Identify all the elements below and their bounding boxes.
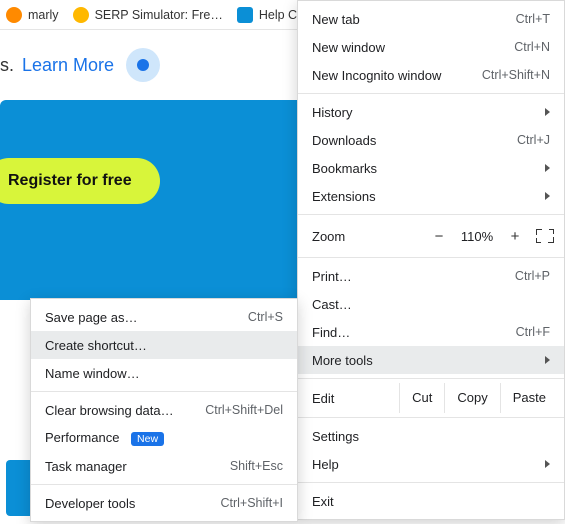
menu-label: Exit	[312, 494, 550, 509]
menu-item-bookmarks[interactable]: Bookmarks	[298, 154, 564, 182]
bookmark-label: marly	[28, 8, 59, 22]
menu-label: Downloads	[312, 133, 507, 148]
menu-item-print[interactable]: Print… Ctrl+P	[298, 262, 564, 290]
paste-button[interactable]: Paste	[500, 383, 558, 413]
menu-separator	[298, 257, 564, 258]
menu-item-edit: Edit Cut Copy Paste	[298, 383, 564, 413]
menu-label: Find…	[312, 325, 506, 340]
chevron-right-icon	[545, 164, 550, 172]
menu-item-find[interactable]: Find… Ctrl+F	[298, 318, 564, 346]
chevron-right-icon	[545, 356, 550, 364]
menu-separator	[298, 482, 564, 483]
menu-separator	[298, 214, 564, 215]
menu-accel: Shift+Esc	[230, 459, 283, 473]
menu-label: Create shortcut…	[45, 338, 283, 353]
fullscreen-icon[interactable]	[536, 229, 554, 243]
menu-label: Developer tools	[45, 496, 210, 511]
menu-label: History	[312, 105, 537, 120]
menu-item-new-window[interactable]: New window Ctrl+N	[298, 33, 564, 61]
menu-accel: Ctrl+F	[516, 325, 550, 339]
menu-accel: Ctrl+Shift+Del	[205, 403, 283, 417]
menu-label: Bookmarks	[312, 161, 537, 176]
chevron-right-icon	[545, 192, 550, 200]
menu-item-more-tools[interactable]: More tools	[298, 346, 564, 374]
menu-item-extensions[interactable]: Extensions	[298, 182, 564, 210]
menu-separator	[31, 484, 297, 485]
bookmark-item[interactable]: marly	[6, 7, 59, 23]
new-badge: New	[131, 432, 164, 446]
menu-label: More tools	[312, 353, 537, 368]
zoom-out-button[interactable]: −	[424, 228, 454, 245]
menu-item-help[interactable]: Help	[298, 450, 564, 478]
menu-label: Extensions	[312, 189, 537, 204]
menu-separator	[298, 417, 564, 418]
menu-accel: Ctrl+Shift+I	[220, 496, 283, 510]
register-button[interactable]: Register for free	[0, 158, 160, 204]
submenu-item-dev-tools[interactable]: Developer tools Ctrl+Shift+I	[31, 489, 297, 517]
menu-separator	[298, 378, 564, 379]
menu-accel: Ctrl+S	[248, 310, 283, 324]
submenu-item-clear-data[interactable]: Clear browsing data… Ctrl+Shift+Del	[31, 396, 297, 424]
pulse-indicator-icon	[126, 48, 160, 82]
menu-label: Edit	[312, 391, 399, 406]
submenu-item-name-window[interactable]: Name window…	[31, 359, 297, 387]
menu-separator	[298, 93, 564, 94]
menu-item-downloads[interactable]: Downloads Ctrl+J	[298, 126, 564, 154]
menu-accel: Ctrl+T	[516, 12, 550, 26]
cut-button[interactable]: Cut	[399, 383, 444, 413]
learn-more-link[interactable]: Learn More	[22, 55, 114, 76]
menu-label: New tab	[312, 12, 506, 27]
bookmark-item[interactable]: Help Ce	[237, 7, 304, 23]
bookmark-item[interactable]: SERP Simulator: Fre…	[73, 7, 223, 23]
chrome-main-menu: New tab Ctrl+T New window Ctrl+N New Inc…	[297, 0, 565, 520]
menu-item-new-incognito[interactable]: New Incognito window Ctrl+Shift+N	[298, 61, 564, 89]
menu-item-cast[interactable]: Cast…	[298, 290, 564, 318]
menu-label: Task manager	[45, 459, 220, 474]
more-tools-submenu: Save page as… Ctrl+S Create shortcut… Na…	[30, 298, 298, 522]
menu-item-history[interactable]: History	[298, 98, 564, 126]
hero-text-fragment: s.	[0, 55, 14, 76]
menu-label: Save page as…	[45, 310, 238, 325]
favicon-icon	[237, 7, 253, 23]
menu-label: Clear browsing data…	[45, 403, 195, 418]
menu-accel: Ctrl+Shift+N	[482, 68, 550, 82]
menu-item-exit[interactable]: Exit	[298, 487, 564, 515]
menu-label: New window	[312, 40, 504, 55]
menu-accel: Ctrl+P	[515, 269, 550, 283]
menu-item-settings[interactable]: Settings	[298, 422, 564, 450]
submenu-item-task-manager[interactable]: Task manager Shift+Esc	[31, 452, 297, 480]
menu-label: Settings	[312, 429, 550, 444]
menu-label: Print…	[312, 269, 505, 284]
chevron-right-icon	[545, 108, 550, 116]
favicon-icon	[6, 7, 22, 23]
zoom-in-button[interactable]: +	[500, 228, 530, 245]
submenu-item-performance[interactable]: Performance New	[31, 424, 297, 452]
menu-label: Performance New	[45, 430, 283, 446]
favicon-icon	[73, 7, 89, 23]
menu-label: Name window…	[45, 366, 283, 381]
browser-viewport: marly SERP Simulator: Fre… Help Ce s. Le…	[0, 0, 565, 524]
menu-item-zoom: Zoom − 110% +	[298, 219, 564, 253]
copy-button[interactable]: Copy	[444, 383, 499, 413]
menu-accel: Ctrl+N	[514, 40, 550, 54]
chevron-right-icon	[545, 460, 550, 468]
menu-label: Help	[312, 457, 537, 472]
submenu-item-save-page[interactable]: Save page as… Ctrl+S	[31, 303, 297, 331]
menu-label: Cast…	[312, 297, 550, 312]
menu-label: Zoom	[312, 229, 424, 244]
submenu-item-create-shortcut[interactable]: Create shortcut…	[31, 331, 297, 359]
menu-item-new-tab[interactable]: New tab Ctrl+T	[298, 5, 564, 33]
menu-label: New Incognito window	[312, 68, 472, 83]
menu-separator	[31, 391, 297, 392]
menu-accel: Ctrl+J	[517, 133, 550, 147]
zoom-value: 110%	[454, 229, 500, 244]
bookmark-label: SERP Simulator: Fre…	[95, 8, 223, 22]
